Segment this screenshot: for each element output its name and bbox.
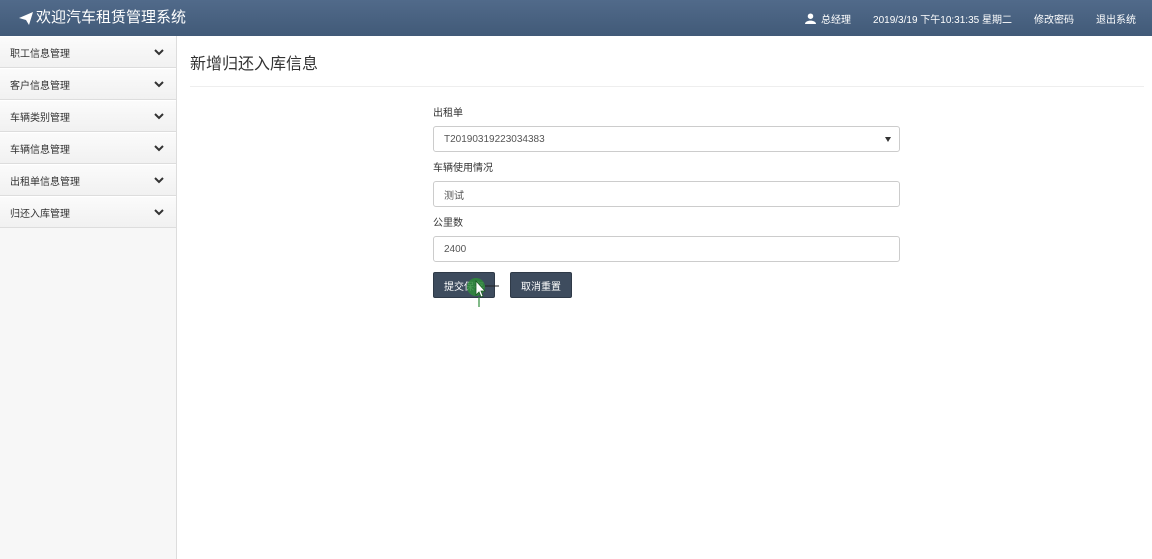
sidebar-item-label: 客户信息管理 [10,80,70,92]
page-title: 新增归还入库信息 [190,56,319,73]
form-actions: 提交保存 取消重置 [433,272,572,298]
top-right-menu: 总经理 2019/3/19 下午10:31:35 星期二 修改密码 退出系统 [783,0,1136,36]
logout-link[interactable]: 退出系统 [1096,11,1136,26]
reset-button[interactable]: 取消重置 [510,272,572,298]
user-icon [805,12,817,24]
chevron-down-icon [154,48,164,55]
user-name: 总经理 [821,14,852,26]
vehicle-usage-input[interactable]: 测试 [433,181,900,207]
current-user[interactable]: 总经理 [805,11,851,26]
top-navbar: 欢迎汽车租赁管理系统 总经理 2019/3/19 下午10:31:35 星期二 … [0,0,1152,36]
chevron-down-icon [154,208,164,215]
sidebar-item-label: 归还入库管理 [10,208,70,220]
rental-order-select[interactable]: T20190319223034383 [433,126,900,152]
sidebar-item-label: 职工信息管理 [10,48,70,60]
vehicle-usage-label: 车辆使用情况 [433,163,493,174]
sidebar-item-rental-orders[interactable]: 出租单信息管理 [0,164,176,196]
chevron-down-icon [154,112,164,119]
sidebar-item-staff[interactable]: 职工信息管理 [0,36,176,68]
chevron-down-icon [154,80,164,87]
submit-button[interactable]: 提交保存 [433,272,495,298]
mileage-value: 2400 [444,243,467,255]
sidebar-item-vehicle-categories[interactable]: 车辆类别管理 [0,100,176,132]
sidebar-item-customers[interactable]: 客户信息管理 [0,68,176,100]
chevron-down-icon [154,176,164,183]
mileage-label: 公里数 [433,218,463,229]
datetime-display: 2019/3/19 下午10:31:35 星期二 [873,14,1012,26]
rental-order-label: 出租单 [433,108,463,119]
sidebar-item-label: 车辆类别管理 [10,112,70,124]
sidebar-item-label: 车辆信息管理 [10,144,70,156]
sidebar-item-returns[interactable]: 归还入库管理 [0,196,176,228]
rental-order-value: T20190319223034383 [444,133,545,145]
sidebar-item-label: 出租单信息管理 [10,176,80,188]
send-arrow-icon [19,12,33,25]
brand[interactable]: 欢迎汽车租赁管理系统 [18,0,186,36]
brand-title: 欢迎汽车租赁管理系统 [36,9,187,26]
dropdown-caret-icon [885,137,891,142]
title-divider [190,86,1144,87]
mileage-input[interactable]: 2400 [433,236,900,262]
sidebar: 职工信息管理 客户信息管理 车辆类别管理 车辆信息管理 出租单信息管理 归还入库… [0,36,177,559]
change-password-link[interactable]: 修改密码 [1034,11,1074,26]
vehicle-usage-value: 测试 [444,190,464,202]
sidebar-item-vehicles[interactable]: 车辆信息管理 [0,132,176,164]
chevron-down-icon [154,144,164,151]
